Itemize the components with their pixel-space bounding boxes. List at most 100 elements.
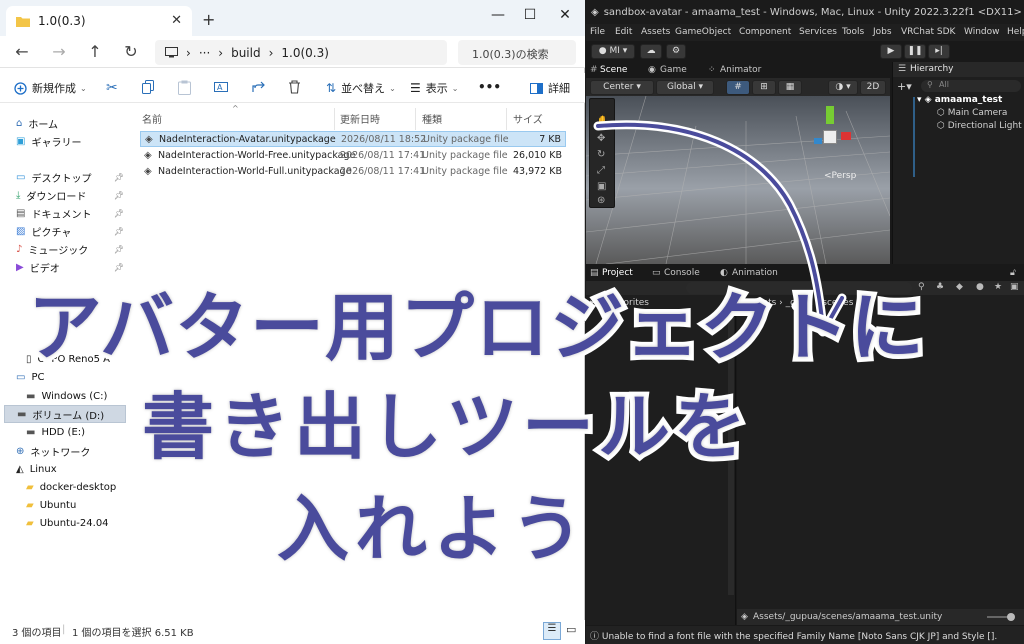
up-button[interactable]: ↑ bbox=[84, 42, 106, 61]
sidebar-item[interactable]: ▰ Ubuntu bbox=[26, 496, 138, 514]
gizmo-z-axis[interactable] bbox=[814, 138, 822, 144]
sidebar-item[interactable]: ▰ docker-desktop bbox=[26, 478, 138, 496]
explorer-tab[interactable]: 1.0(0.3) ✕ bbox=[6, 6, 192, 36]
sidebar-item[interactable]: ▭ PC bbox=[16, 368, 128, 386]
tiles-view-button[interactable]: ▭ bbox=[566, 623, 576, 636]
sidebar-item[interactable]: ▭ デスクトップ 📌︎ bbox=[16, 168, 128, 186]
breadcrumb[interactable]: › ··· › build › 1.0(0.3) bbox=[155, 40, 447, 65]
tree-scrollbar[interactable] bbox=[728, 315, 734, 595]
tab-project[interactable]: Project bbox=[602, 268, 633, 278]
sidebar-item[interactable]: ▶ ビデオ 📌︎ bbox=[16, 258, 128, 276]
delete-icon[interactable] bbox=[288, 80, 301, 94]
sidebar-item[interactable]: ⊕ ネットワーク bbox=[16, 442, 128, 460]
sort-button[interactable]: ⇅ 並べ替え ⌄ bbox=[326, 80, 396, 96]
paste-icon[interactable] bbox=[178, 80, 191, 95]
column-separator[interactable] bbox=[506, 108, 507, 130]
refresh-button[interactable]: ↻ bbox=[120, 42, 142, 61]
tab-console[interactable]: Console bbox=[664, 268, 700, 278]
shading-button[interactable]: ◑ ▾ bbox=[828, 80, 858, 95]
column-size[interactable]: サイズ bbox=[513, 111, 543, 126]
tab-scene[interactable]: Scene bbox=[600, 65, 627, 75]
space-dropdown[interactable]: Global ▾ bbox=[656, 80, 714, 95]
scene-view[interactable]: <Persp bbox=[586, 96, 890, 264]
move-tool-icon[interactable]: ✥ bbox=[597, 133, 605, 144]
menu-item[interactable]: File bbox=[590, 27, 605, 37]
gizmo-x-axis[interactable] bbox=[841, 132, 851, 140]
minimize-button[interactable]: — bbox=[483, 4, 513, 26]
menu-item[interactable]: Help bbox=[1007, 27, 1024, 37]
search-by-type-icon[interactable]: ⚲ bbox=[918, 282, 925, 292]
hierarchy-tab[interactable]: ☰ Hierarchy bbox=[893, 62, 1024, 77]
sidebar-item[interactable]: ▬ Windows (C:) bbox=[26, 387, 138, 405]
path-scenes[interactable]: scenes bbox=[822, 298, 853, 308]
menu-item[interactable]: Window bbox=[964, 27, 1000, 37]
project-search[interactable] bbox=[686, 282, 912, 294]
scale-tool-icon[interactable]: ⤢ bbox=[597, 165, 605, 176]
sidebar-item[interactable]: ◭ Linux bbox=[16, 460, 128, 478]
column-separator[interactable] bbox=[334, 108, 335, 130]
filter-icon[interactable]: ♣ bbox=[936, 282, 944, 292]
more-options-button[interactable]: ••• bbox=[478, 80, 501, 94]
sidebar-item[interactable]: ♪ ミュージック 📌︎ bbox=[16, 240, 128, 258]
close-tab-icon[interactable]: ✕ bbox=[171, 13, 182, 28]
rename-icon[interactable]: A bbox=[214, 80, 228, 94]
sidebar-item[interactable]: ▬ HDD (E:) bbox=[26, 423, 138, 441]
menu-item[interactable]: Component bbox=[739, 27, 791, 37]
column-date[interactable]: 更新日時 bbox=[340, 111, 380, 126]
cut-icon[interactable]: ✂ bbox=[106, 80, 118, 96]
rotate-tool-icon[interactable]: ↻ bbox=[597, 149, 605, 160]
hidden-packages-icon[interactable]: ▣ bbox=[1010, 282, 1019, 292]
lock-icon[interactable]: 🔓︎ bbox=[1010, 268, 1016, 278]
path-gupu[interactable]: _gupu bbox=[786, 298, 813, 308]
details-view-button[interactable]: ☰ bbox=[543, 622, 561, 640]
sidebar-item[interactable]: ▯ OPPO Reno5 A bbox=[26, 350, 138, 368]
menu-item[interactable]: Assets bbox=[641, 27, 670, 37]
scene-gizmo-cube[interactable] bbox=[823, 130, 837, 144]
breadcrumb-current[interactable]: 1.0(0.3) bbox=[281, 46, 329, 60]
forward-button[interactable]: → bbox=[48, 42, 70, 61]
maximize-button[interactable]: ☐ bbox=[515, 4, 545, 26]
perspective-label[interactable]: <Persp bbox=[824, 171, 856, 181]
label-icon[interactable]: ◆ bbox=[956, 282, 963, 292]
tab-animator[interactable]: Animator bbox=[720, 65, 761, 75]
new-button[interactable]: 新規作成 ⌄ bbox=[14, 80, 87, 96]
share-icon[interactable] bbox=[251, 80, 265, 94]
grid-snap-button[interactable]: # bbox=[726, 80, 750, 95]
back-button[interactable]: ← bbox=[11, 42, 33, 61]
view-button[interactable]: ☰ 表示 ⌄ bbox=[410, 80, 458, 96]
sidebar-item[interactable]: ▤ ドキュメント 📌︎ bbox=[16, 204, 128, 222]
menu-item[interactable]: Tools bbox=[842, 27, 864, 37]
star-icon[interactable]: ★ bbox=[994, 282, 1002, 292]
hierarchy-item[interactable]: ⬡ Directional Light bbox=[937, 121, 1022, 131]
account-button[interactable]: ● MI ▾ bbox=[591, 44, 635, 59]
snap-button[interactable]: ⊞ bbox=[752, 80, 776, 95]
column-separator[interactable] bbox=[415, 108, 416, 130]
settings-button[interactable]: ⚙ bbox=[666, 44, 686, 59]
menu-item[interactable]: Services bbox=[799, 27, 837, 37]
column-type[interactable]: 種類 bbox=[422, 111, 442, 126]
search-input[interactable]: 1.0(0.3)の検索 bbox=[458, 40, 576, 65]
details-button[interactable]: 詳細 bbox=[530, 80, 570, 96]
transform-tool-icon[interactable]: ⊛ bbox=[597, 195, 605, 206]
hand-tool-icon[interactable]: ✋ bbox=[596, 115, 610, 128]
sidebar-item[interactable]: ▬ ボリューム (D:) bbox=[4, 405, 126, 423]
gizmo-y-axis[interactable] bbox=[826, 106, 834, 124]
step-button[interactable]: ▸| bbox=[928, 44, 950, 59]
status-message[interactable]: Unable to find a font file with the spec… bbox=[602, 632, 997, 642]
cloud-button[interactable]: ☁ bbox=[640, 44, 662, 59]
increment-button[interactable]: ▦ bbox=[778, 80, 802, 95]
file-row[interactable]: ◈ NadeInteraction-World-Free.unitypackage… bbox=[140, 147, 566, 163]
tree-favorites[interactable]: ▸ ★ Favorites bbox=[590, 298, 649, 308]
sidebar-item[interactable]: ▰ Ubuntu-24.04 bbox=[26, 514, 138, 532]
add-object-button[interactable]: +▾ bbox=[897, 80, 912, 93]
breadcrumb-more[interactable]: ··· bbox=[199, 46, 210, 60]
breadcrumb-build[interactable]: build bbox=[231, 46, 261, 60]
play-button[interactable]: ▶ bbox=[880, 44, 902, 59]
close-window-button[interactable]: ✕ bbox=[550, 4, 580, 26]
path-assets[interactable]: Assets bbox=[747, 298, 776, 308]
hierarchy-item[interactable]: ⬡ Main Camera bbox=[937, 108, 1007, 118]
hierarchy-search[interactable]: ⚲ All bbox=[921, 80, 1021, 92]
pause-button[interactable]: ❚❚ bbox=[904, 44, 926, 59]
menu-item[interactable]: Edit bbox=[615, 27, 632, 37]
file-row[interactable]: ◈ NadeInteraction-World-Full.unitypackage… bbox=[140, 163, 566, 179]
